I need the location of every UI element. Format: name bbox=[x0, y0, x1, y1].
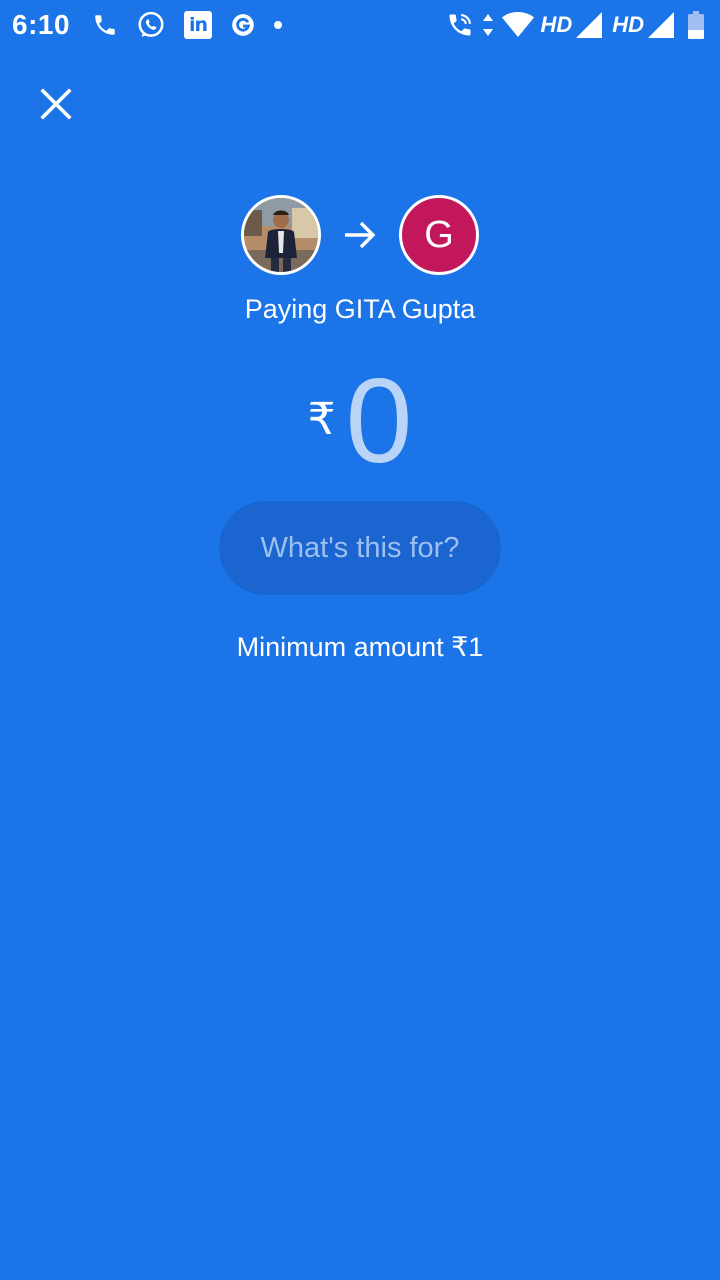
close-icon bbox=[40, 88, 72, 120]
close-button[interactable] bbox=[28, 76, 84, 132]
data-arrows-icon bbox=[482, 12, 494, 38]
note-input[interactable] bbox=[219, 501, 501, 595]
payer-avatar bbox=[241, 195, 321, 275]
dot-icon bbox=[274, 21, 283, 29]
hd-label-1: HD bbox=[540, 12, 573, 37]
whatsapp-icon bbox=[136, 10, 166, 40]
paying-label: Paying GITA Gupta bbox=[244, 294, 476, 324]
amount-value[interactable]: 0 bbox=[346, 361, 413, 481]
currency-symbol: ₹ bbox=[307, 394, 336, 444]
signal-icon bbox=[576, 12, 603, 38]
hd-label-2: HD bbox=[612, 12, 644, 37]
recipient-avatar: G bbox=[399, 195, 479, 275]
wifi-icon bbox=[502, 12, 535, 38]
payer-recipient-row: G bbox=[0, 194, 720, 276]
payment-screen: 6:10 in HD HD G Paying GITA Gupta ₹ 0 Wh… bbox=[0, 0, 720, 1280]
battery-icon bbox=[688, 11, 704, 39]
signal-icon-2 bbox=[648, 12, 674, 38]
status-time: 6:10 bbox=[12, 9, 71, 40]
phone-icon bbox=[92, 12, 118, 38]
arrow-right-icon bbox=[343, 220, 377, 250]
amount-entry[interactable]: ₹ 0 bbox=[0, 356, 720, 486]
minimum-amount-label: Minimum amount ₹1 bbox=[236, 632, 484, 662]
linkedin-icon: in bbox=[184, 11, 213, 39]
wifi-calling-icon bbox=[446, 11, 474, 39]
g-app-icon bbox=[230, 12, 256, 38]
status-bar: 6:10 in HD HD bbox=[0, 0, 720, 50]
